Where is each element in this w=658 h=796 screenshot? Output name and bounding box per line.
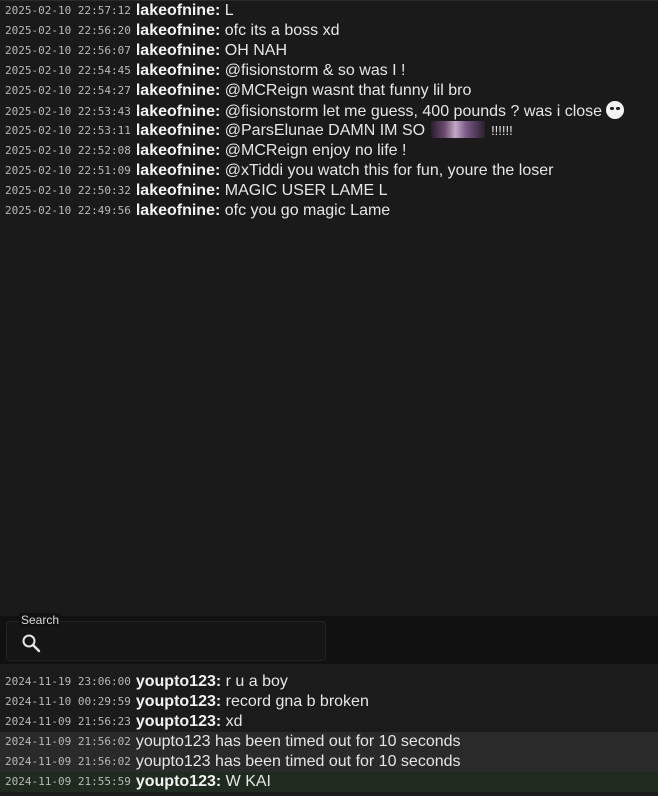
search-icon [22,634,41,653]
message-text: record gna b broken [225,693,369,710]
message-timestamp: 2024-11-19 23:06:00 [5,675,131,688]
system-message: 2024-11-09 21:56:02 youpto123 has been ti… [0,732,658,752]
message-username[interactable]: youpto123: [136,713,221,730]
chat-message: 2025-02-10 22:54:27 lakeofnine: @MCReign … [0,81,658,101]
message-timestamp: 2025-02-10 22:56:07 [5,44,131,57]
anime-emote-icon [431,121,486,138]
message-text: @MCReign wasnt that funny lil bro [224,82,472,99]
message-username[interactable]: lakeofnine: [136,2,220,19]
chat-message: 2025-02-10 22:54:45 lakeofnine: @fisionst… [0,61,658,81]
message-timestamp: 2024-11-09 21:56:02 [5,735,131,748]
message-timestamp: 2025-02-10 22:54:45 [5,64,131,77]
chat-message: 2025-02-10 22:56:20 lakeofnine: ofc its a… [0,21,658,41]
message-text: W KAI [225,773,271,790]
message-timestamp: 2025-02-10 22:52:08 [5,144,131,157]
message-timestamp: 2025-02-10 22:49:56 [5,204,131,217]
message-text: @ParsElunae DAMN IM SO [224,122,426,139]
message-text: @fisionstorm & so was I ! [224,62,406,79]
message-username[interactable]: youpto123: [136,693,221,710]
message-timestamp: 2025-02-10 22:50:32 [5,184,131,197]
chat-message: 2024-11-09 21:55:59 youpto123: W KAI [0,772,658,792]
message-username[interactable]: lakeofnine: [136,62,220,79]
message-text: MAGIC USER LAME L [224,182,388,199]
mask-emote-icon [606,101,625,119]
message-timestamp: 2025-02-10 22:53:11 [5,124,131,137]
message-username[interactable]: lakeofnine: [136,82,220,99]
message-text: ofc you go magic Lame [224,202,391,219]
chat-message: 2025-02-10 22:53:43 lakeofnine: @fisionst… [0,101,658,121]
message-timestamp: 2024-11-09 21:56:02 [5,755,131,768]
message-text: L [224,2,234,19]
message-text: OH NAH [224,42,287,59]
message-username[interactable]: lakeofnine: [136,22,220,39]
chat-message: 2024-11-09 21:56:23 youpto123: xd [0,712,658,732]
message-username[interactable]: lakeofnine: [136,182,220,199]
message-timestamp: 2025-02-10 22:57:12 [5,4,131,17]
chat-message: 2025-02-10 22:52:08 lakeofnine: @MCReign … [0,141,658,161]
chat-message: 2025-02-10 22:57:12 lakeofnine: L [0,1,658,21]
message-text: @fisionstorm let me guess, 400 pounds ? … [224,103,603,120]
message-timestamp: 2025-02-10 22:51:09 [5,164,131,177]
message-timestamp: 2025-02-10 22:56:20 [5,24,131,37]
search-input[interactable] [49,626,323,658]
message-timestamp: 2025-02-10 22:54:27 [5,84,131,97]
message-username[interactable]: lakeofnine: [136,42,220,59]
message-text-suffix: !!!!!! [491,123,513,138]
chat-message: 2024-11-10 00:29:59 youpto123: record gna… [0,692,658,712]
chat-log-bottom: 2024-11-19 23:06:00 youpto123: r u a boy … [0,664,658,796]
message-username[interactable]: lakeofnine: [136,202,220,219]
chat-log-top: 2025-02-10 22:57:12 lakeofnine: L 2025-02… [0,0,658,617]
message-text: @MCReign enjoy no life ! [224,142,407,159]
message-timestamp: 2025-02-10 22:53:43 [5,105,131,118]
system-message: 2024-11-09 21:56:02 youpto123 has been ti… [0,752,658,772]
message-username[interactable]: lakeofnine: [136,122,220,139]
timeout-notice: youpto123 has been timed out for 10 seco… [135,733,461,750]
message-username[interactable]: youpto123: [136,773,221,790]
message-username[interactable]: lakeofnine: [136,162,220,179]
message-timestamp: 2024-11-09 21:55:59 [5,775,131,788]
message-text: @xTiddi you watch this for fun, youre th… [224,162,554,179]
message-text: xd [225,713,243,730]
message-text: r u a boy [225,673,288,690]
message-username[interactable]: youpto123: [136,673,221,690]
chat-message: 2024-11-19 23:06:00 youpto123: r u a boy [0,672,658,692]
search-field[interactable] [6,621,326,661]
search-area [0,616,658,664]
chat-message: 2025-02-10 22:56:07 lakeofnine: OH NAH [0,41,658,61]
search-label: Search [19,613,62,627]
chat-message: 2025-02-10 22:49:56 lakeofnine: ofc you g… [0,201,658,221]
chat-message: 2025-02-10 22:53:11 lakeofnine: @ParsElun… [0,121,658,141]
message-text: ofc its a boss xd [224,22,340,39]
message-timestamp: 2024-11-09 21:56:23 [5,715,131,728]
message-username[interactable]: lakeofnine: [136,103,220,120]
chat-message: 2025-02-10 22:51:09 lakeofnine: @xTiddi y… [0,161,658,181]
message-username[interactable]: lakeofnine: [136,142,220,159]
timeout-notice: youpto123 has been timed out for 10 seco… [135,753,461,770]
message-timestamp: 2024-11-10 00:29:59 [5,695,131,708]
chat-message: 2025-02-10 22:50:32 lakeofnine: MAGIC USE… [0,181,658,201]
